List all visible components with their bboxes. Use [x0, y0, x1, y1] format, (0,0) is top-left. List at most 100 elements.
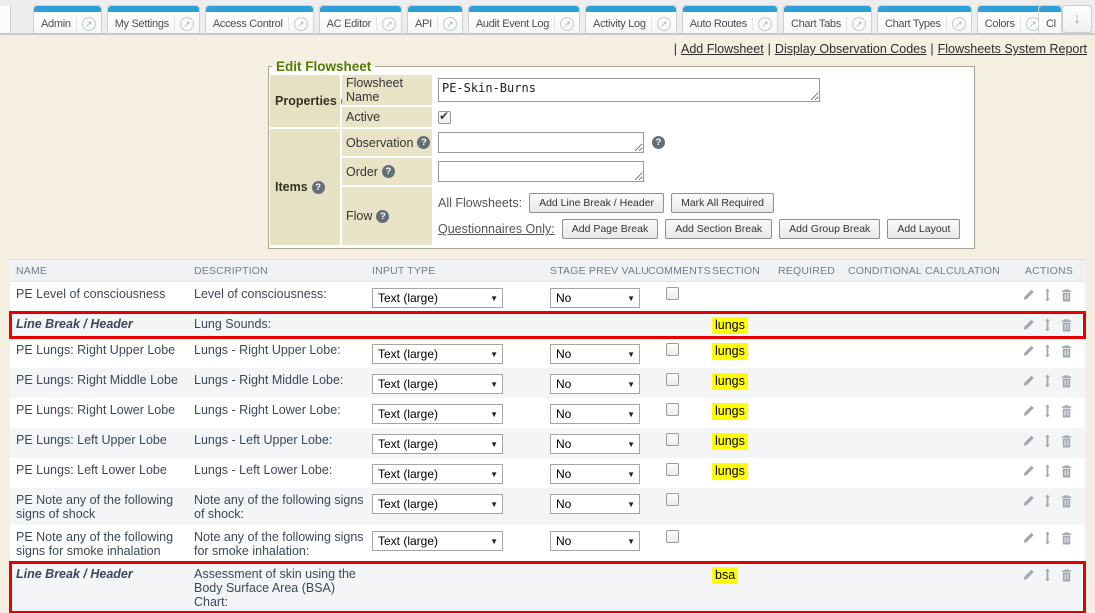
input-type-select[interactable]: Text (large) ▼	[372, 288, 503, 308]
flow-action-button[interactable]: Add Group Break	[779, 219, 880, 239]
admin-tab[interactable]: Access Control ↗	[205, 5, 314, 35]
edit-pencil-icon[interactable]	[1022, 494, 1035, 508]
delete-trash-icon[interactable]	[1060, 318, 1073, 332]
stage-prev-value-select[interactable]: No ▼	[550, 531, 640, 551]
tab-overflow-cl[interactable]: Cl	[1038, 5, 1062, 35]
external-link-icon[interactable]: ↗	[382, 17, 396, 31]
stage-prev-value-select[interactable]: No ▼	[550, 404, 640, 424]
admin-tab[interactable]: Chart Types ↗	[877, 5, 972, 35]
comments-checkbox[interactable]	[666, 433, 679, 446]
edit-pencil-icon[interactable]	[1022, 288, 1035, 302]
comments-checkbox[interactable]	[666, 463, 679, 476]
delete-trash-icon[interactable]	[1060, 531, 1073, 545]
external-link-icon[interactable]: ↗	[758, 17, 772, 31]
flow-action-button[interactable]: Add Layout	[887, 219, 960, 239]
admin-tab[interactable]: Activity Log ↗	[585, 5, 677, 35]
tab-divider	[376, 17, 377, 31]
edit-pencil-icon[interactable]	[1022, 404, 1035, 418]
move-vertical-icon[interactable]	[1041, 374, 1054, 388]
input-type-select[interactable]: Text (large) ▼	[372, 531, 503, 551]
stage-prev-value-select[interactable]: No ▼	[550, 494, 640, 514]
external-link-icon[interactable]: ↗	[180, 17, 194, 31]
input-type-select[interactable]: Text (large) ▼	[372, 404, 503, 424]
order-input[interactable]	[438, 161, 644, 182]
delete-trash-icon[interactable]	[1060, 434, 1073, 448]
admin-tab[interactable]: Colors ↗	[977, 5, 1046, 35]
external-link-icon[interactable]: ↗	[443, 17, 457, 31]
delete-trash-icon[interactable]	[1060, 568, 1073, 582]
input-type-select[interactable]: Text (large) ▼	[372, 344, 503, 364]
stage-prev-value-select[interactable]: No ▼	[550, 464, 640, 484]
edit-pencil-icon[interactable]	[1022, 344, 1035, 358]
delete-trash-icon[interactable]	[1060, 374, 1073, 388]
external-link-icon[interactable]: ↗	[657, 17, 671, 31]
delete-trash-icon[interactable]	[1060, 404, 1073, 418]
admin-tab[interactable]: Auto Routes ↗	[682, 5, 778, 35]
admin-tab[interactable]: Admin ↗	[33, 5, 102, 35]
comments-checkbox[interactable]	[666, 403, 679, 416]
header-link[interactable]: Add Flowsheet	[681, 42, 764, 56]
flow-label: Flow ?	[342, 187, 434, 247]
input-type-select[interactable]: Text (large) ▼	[372, 494, 503, 514]
flowsheet-name-input[interactable]: PE-Skin-Burns	[438, 78, 820, 102]
header-link[interactable]: Display Observation Codes	[775, 42, 926, 56]
help-icon[interactable]: ?	[417, 136, 430, 149]
edit-pencil-icon[interactable]	[1022, 374, 1035, 388]
edit-pencil-icon[interactable]	[1022, 464, 1035, 478]
column-header: DESCRIPTION	[194, 265, 372, 277]
edit-pencil-icon[interactable]	[1022, 318, 1035, 332]
help-icon[interactable]: ?	[382, 165, 395, 178]
flow-action-button[interactable]: Mark All Required	[671, 193, 774, 213]
move-vertical-icon[interactable]	[1041, 464, 1054, 478]
admin-tab[interactable]: AC Editor ↗	[319, 5, 402, 35]
tab-scroll-down-button[interactable]: ↓	[1062, 5, 1092, 33]
move-vertical-icon[interactable]	[1041, 344, 1054, 358]
delete-trash-icon[interactable]	[1060, 494, 1073, 508]
delete-trash-icon[interactable]	[1060, 464, 1073, 478]
input-type-select[interactable]: Text (large) ▼	[372, 374, 503, 394]
external-link-icon[interactable]: ↗	[952, 17, 966, 31]
external-link-icon[interactable]: ↗	[852, 17, 866, 31]
flow-action-button[interactable]: Add Section Break	[665, 219, 772, 239]
move-vertical-icon[interactable]	[1041, 494, 1054, 508]
input-type-select[interactable]: Text (large) ▼	[372, 464, 503, 484]
flow-action-button[interactable]: Add Page Break	[562, 219, 658, 239]
comments-checkbox[interactable]	[666, 343, 679, 356]
external-link-icon[interactable]: ↗	[560, 17, 574, 31]
edit-pencil-icon[interactable]	[1022, 568, 1035, 582]
stage-prev-value-select[interactable]: No ▼	[550, 374, 640, 394]
move-vertical-icon[interactable]	[1041, 568, 1054, 582]
comments-checkbox[interactable]	[666, 287, 679, 300]
help-icon[interactable]: ?	[312, 181, 325, 194]
comments-checkbox[interactable]	[666, 493, 679, 506]
edit-pencil-icon[interactable]	[1022, 531, 1035, 545]
help-icon[interactable]: ?	[376, 210, 389, 223]
section-tag: lungs	[712, 373, 748, 390]
comments-checkbox[interactable]	[666, 373, 679, 386]
external-link-icon[interactable]: ↗	[294, 17, 308, 31]
admin-tab[interactable]: Chart Tabs ↗	[783, 5, 872, 35]
admin-tab[interactable]: API ↗	[407, 5, 463, 35]
external-link-icon[interactable]: ↗	[82, 17, 96, 31]
help-icon[interactable]: ?	[652, 136, 665, 149]
stage-prev-value-select[interactable]: No ▼	[550, 344, 640, 364]
flow-action-button[interactable]: Add Line Break / Header	[529, 193, 664, 213]
move-vertical-icon[interactable]	[1041, 434, 1054, 448]
active-checkbox[interactable]	[438, 111, 451, 124]
input-type-select[interactable]: Text (large) ▼	[372, 434, 503, 454]
observation-input[interactable]	[438, 132, 644, 153]
admin-tab[interactable]: Audit Event Log ↗	[468, 5, 580, 35]
move-vertical-icon[interactable]	[1041, 531, 1054, 545]
delete-trash-icon[interactable]	[1060, 344, 1073, 358]
stage-prev-value-select[interactable]: No ▼	[550, 434, 640, 454]
move-vertical-icon[interactable]	[1041, 288, 1054, 302]
header-link[interactable]: Flowsheets System Report	[938, 42, 1087, 56]
delete-trash-icon[interactable]	[1060, 288, 1073, 302]
stage-prev-value-select[interactable]: No ▼	[550, 288, 640, 308]
comments-checkbox[interactable]	[666, 530, 679, 543]
move-vertical-icon[interactable]	[1041, 318, 1054, 332]
admin-tab[interactable]: My Settings ↗	[107, 5, 200, 35]
move-vertical-icon[interactable]	[1041, 404, 1054, 418]
tab-label: Activity Log	[593, 18, 646, 30]
edit-pencil-icon[interactable]	[1022, 434, 1035, 448]
